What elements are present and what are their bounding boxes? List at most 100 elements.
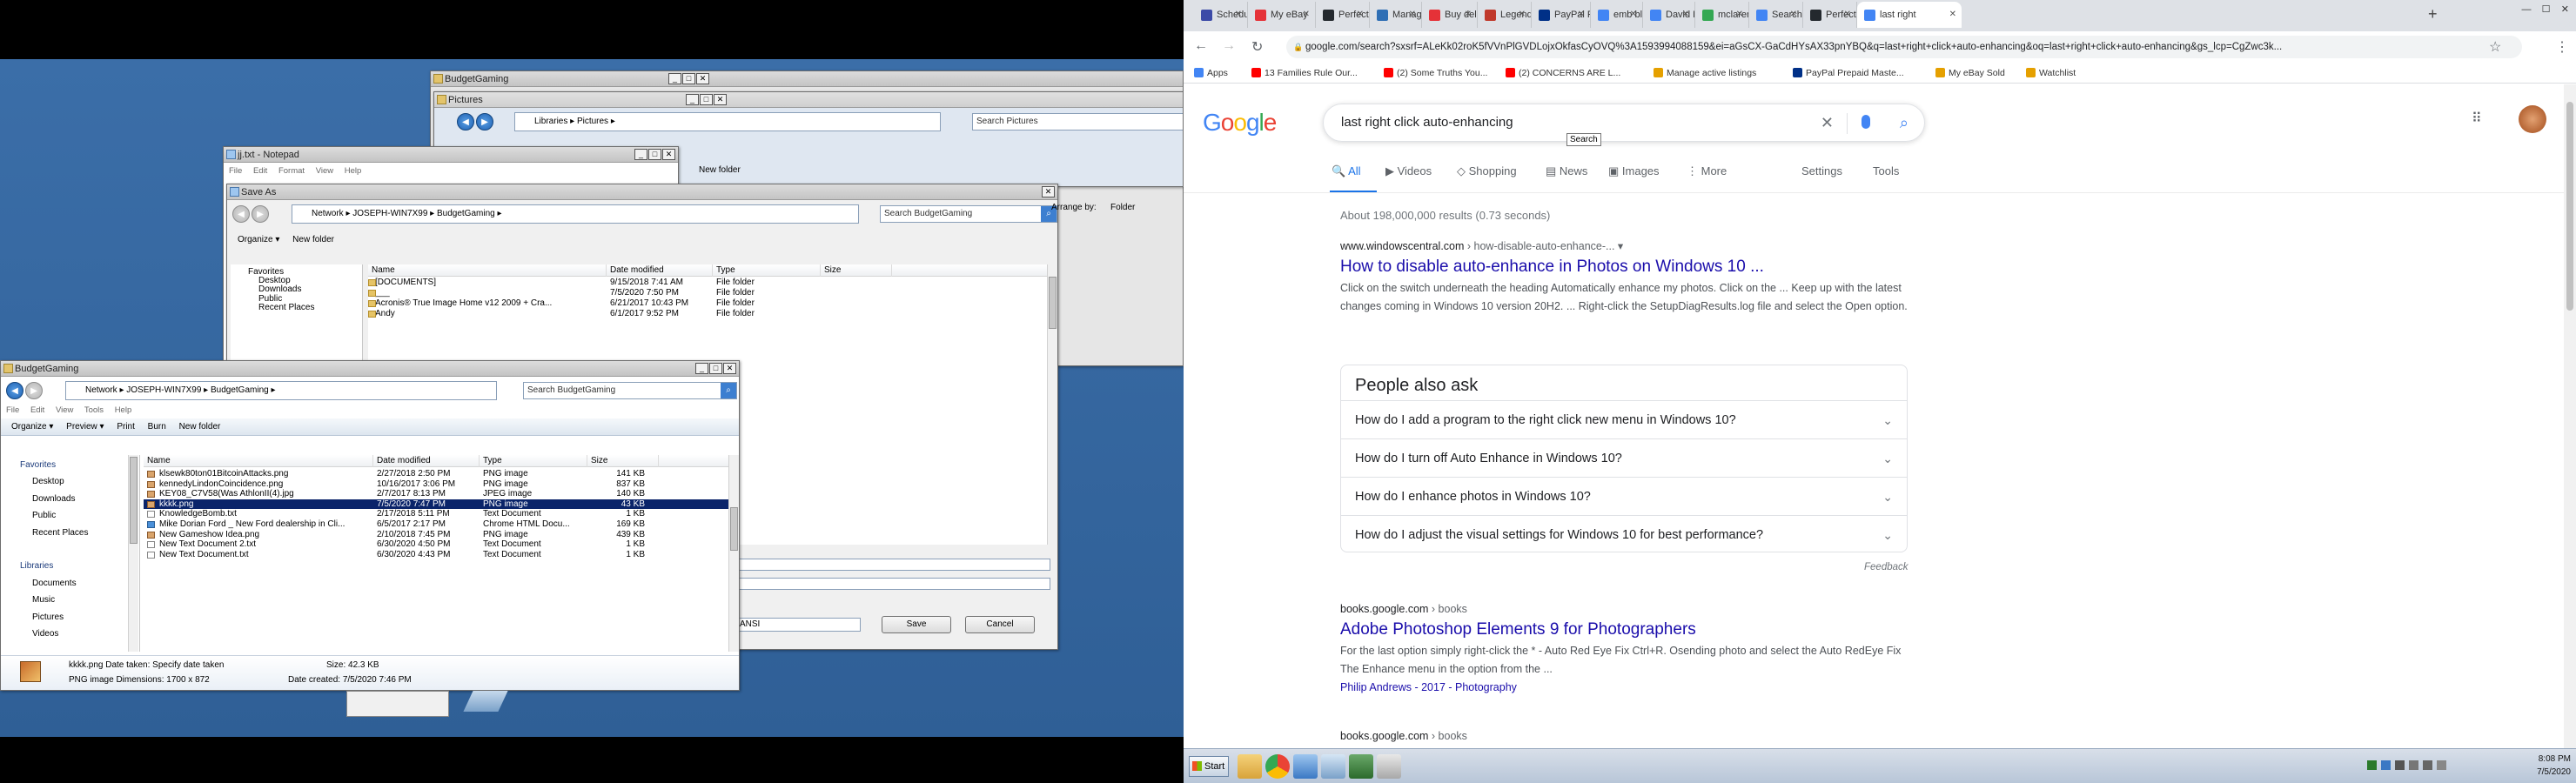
start-button[interactable]: Start xyxy=(1189,756,1229,777)
file-row[interactable]: New Gameshow Idea.png 2/10/2018 7:45 PM PN… xyxy=(144,530,728,540)
breadcrumb-item[interactable]: BudgetGaming xyxy=(211,385,269,395)
close-tab-icon[interactable]: ✕ xyxy=(1949,2,1956,28)
search-icon[interactable]: ⌕ xyxy=(1900,104,1909,141)
star-icon[interactable]: ☆ xyxy=(2489,38,2501,56)
result-cite[interactable]: books.google.com › books xyxy=(1340,603,1908,615)
vertical-scrollbar[interactable] xyxy=(1047,264,1057,545)
file-row[interactable]: [DOCUMENTS] 9/15/2018 7:41 AM File folder xyxy=(368,278,1047,288)
file-row[interactable]: klsewk80ton01BitcoinAttacks.png 2/27/2018… xyxy=(144,469,728,479)
result-cite[interactable]: www.windowscentral.com › how-disable-aut… xyxy=(1340,239,1908,252)
tab-more[interactable]: ⋮ More xyxy=(1687,164,1727,178)
burn-button[interactable]: Burn xyxy=(148,422,166,432)
file-row[interactable]: Mike Dorian Ford _ New Ford dealership i… xyxy=(144,519,728,530)
bookmark-item[interactable]: (2) Some Truths You... xyxy=(1384,63,1487,84)
remote-desktop-taskbar-icon[interactable] xyxy=(1293,754,1318,779)
forward-button[interactable]: ▶ xyxy=(476,113,493,130)
new-folder-button[interactable]: New folder xyxy=(292,235,334,244)
window-titlebar[interactable]: BudgetGaming _ □ ✕ xyxy=(1,361,739,377)
close-button[interactable]: ✕ xyxy=(696,73,709,84)
file-row[interactable]: KEY08_C7V58(Was AthlonII(4).jpg 2/7/2017 … xyxy=(144,489,728,499)
tab-videos[interactable]: ▶ Videos xyxy=(1385,164,1432,178)
forward-icon[interactable]: → xyxy=(1222,38,1236,54)
bookmark-item[interactable]: PayPal Prepaid Maste... xyxy=(1793,63,1904,84)
google-logo[interactable]: Google xyxy=(1203,109,1277,137)
address-bar[interactable]: Network ▸ JOSEPH-WIN7X99 ▸ BudgetGaming … xyxy=(65,381,497,400)
menu-edit[interactable]: Edit xyxy=(253,166,267,176)
browser-tab[interactable]: mclaren ✕ xyxy=(1695,2,1749,28)
menu-file[interactable]: File xyxy=(229,166,242,176)
address-bar[interactable]: Libraries ▸ Pictures ▸ xyxy=(514,112,941,131)
menu-icon[interactable]: ⋮ xyxy=(2555,38,2569,56)
browser-tab[interactable]: My eBay ✕ xyxy=(1248,2,1316,28)
file-row[interactable]: kkkk.png 7/5/2020 7:47 PM PNG image 43 KB xyxy=(144,499,728,510)
apps-grid-icon[interactable]: ⠿ xyxy=(2472,112,2485,126)
menu-edit[interactable]: Edit xyxy=(30,405,44,415)
column-date[interactable]: Date modified xyxy=(373,455,480,467)
tab-all[interactable]: 🔍 All xyxy=(1332,164,1361,178)
nav-favorites[interactable]: Favorites xyxy=(20,457,139,473)
minimize-button[interactable]: _ xyxy=(695,363,708,374)
maximize-button[interactable]: □ xyxy=(700,94,713,105)
forward-button[interactable]: ▶ xyxy=(25,382,43,399)
tool-taskbar-icon[interactable] xyxy=(1377,754,1401,779)
breadcrumb-item[interactable]: JOSEPH-WIN7X99 xyxy=(352,209,427,218)
column-date[interactable]: Date modified xyxy=(607,264,713,277)
nav-libraries[interactable]: Libraries xyxy=(20,558,139,574)
nav-public[interactable]: Public xyxy=(20,507,139,524)
breadcrumb-item[interactable]: JOSEPH-WIN7X99 xyxy=(126,385,201,395)
breadcrumb-item[interactable]: Network xyxy=(85,385,117,395)
close-tab-icon[interactable]: ✕ xyxy=(1357,2,1364,28)
address-bar[interactable]: Network ▸ JOSEPH-WIN7X99 ▸ BudgetGaming … xyxy=(292,204,859,224)
maximize-button[interactable]: ☐ xyxy=(2542,4,2551,15)
menu-view[interactable]: View xyxy=(316,166,333,176)
browser-tab[interactable]: Manage✕ xyxy=(1370,2,1422,28)
close-button[interactable]: ✕ xyxy=(723,363,736,374)
clear-icon[interactable]: ✕ xyxy=(1821,104,1834,141)
monitor-taskbar-icon[interactable] xyxy=(1349,754,1373,779)
column-type[interactable]: Type xyxy=(713,264,821,277)
encoding-select[interactable]: ANSI xyxy=(737,618,861,632)
breadcrumb-item[interactable]: BudgetGaming xyxy=(437,209,495,218)
column-type[interactable]: Type xyxy=(480,455,587,467)
breadcrumb-item[interactable]: Libraries xyxy=(534,117,567,126)
close-tab-icon[interactable]: ✕ xyxy=(1409,2,1416,28)
browser-tab[interactable]: Legends✕ xyxy=(1478,2,1532,28)
search-input[interactable]: Search BudgetGaming ⌕ xyxy=(523,382,737,399)
close-tab-icon[interactable]: ✕ xyxy=(1235,2,1242,28)
browser-tab[interactable]: Schedule✕ xyxy=(1194,2,1248,28)
close-tab-icon[interactable]: ✕ xyxy=(1630,2,1637,28)
maximize-button[interactable]: □ xyxy=(648,149,661,160)
result-title-link[interactable]: How to disable auto-enhance in Photos on… xyxy=(1340,258,1908,277)
arrange-by-value[interactable]: Folder xyxy=(1110,203,1135,212)
menu-format[interactable]: Format xyxy=(278,166,305,176)
bookmark-item[interactable]: Watchlist xyxy=(2026,63,2076,84)
file-row[interactable]: New Text Document.txt 6/30/2020 4:43 PM Te… xyxy=(144,550,728,560)
organize-button[interactable]: Organize xyxy=(238,235,273,244)
bookmark-item[interactable]: 13 Families Rule Our... xyxy=(1251,63,1358,84)
nav-pictures[interactable]: Pictures xyxy=(20,609,139,626)
menu-file[interactable]: File xyxy=(6,405,19,415)
browser-tab[interactable]: PayPal Pr✕ xyxy=(1532,2,1591,28)
search-icon[interactable]: ⌕ xyxy=(721,383,736,398)
minimize-button[interactable]: _ xyxy=(668,73,681,84)
maximize-button[interactable]: □ xyxy=(709,363,722,374)
nav-documents[interactable]: Documents xyxy=(20,575,139,592)
tab-shopping[interactable]: ◇ Shopping xyxy=(1457,164,1517,178)
search-input[interactable]: Search Pictures xyxy=(972,113,1183,130)
close-tab-icon[interactable]: ✕ xyxy=(1578,2,1585,28)
minimize-button[interactable]: — xyxy=(2521,4,2531,15)
nav-scrollbar[interactable] xyxy=(128,455,138,652)
file-row[interactable]: New Text Document 2.txt 6/30/2020 4:50 PM… xyxy=(144,539,728,550)
tab-images[interactable]: ▣ Images xyxy=(1608,164,1660,178)
app-taskbar-icon[interactable] xyxy=(1321,754,1345,779)
minimize-button[interactable]: _ xyxy=(686,94,699,105)
browser-tab[interactable]: last right ✕ xyxy=(1857,2,1962,28)
close-tab-icon[interactable]: ✕ xyxy=(1682,2,1689,28)
back-button[interactable]: ◀ xyxy=(457,113,474,130)
feedback-link[interactable]: Feedback xyxy=(1864,562,1909,572)
tab-news[interactable]: ▤ News xyxy=(1546,164,1587,178)
organize-button[interactable]: Organize xyxy=(11,422,47,432)
column-size[interactable]: Size xyxy=(587,455,659,467)
back-button[interactable]: ◀ xyxy=(6,382,23,399)
result-cite[interactable]: books.google.com › books xyxy=(1340,730,1908,742)
